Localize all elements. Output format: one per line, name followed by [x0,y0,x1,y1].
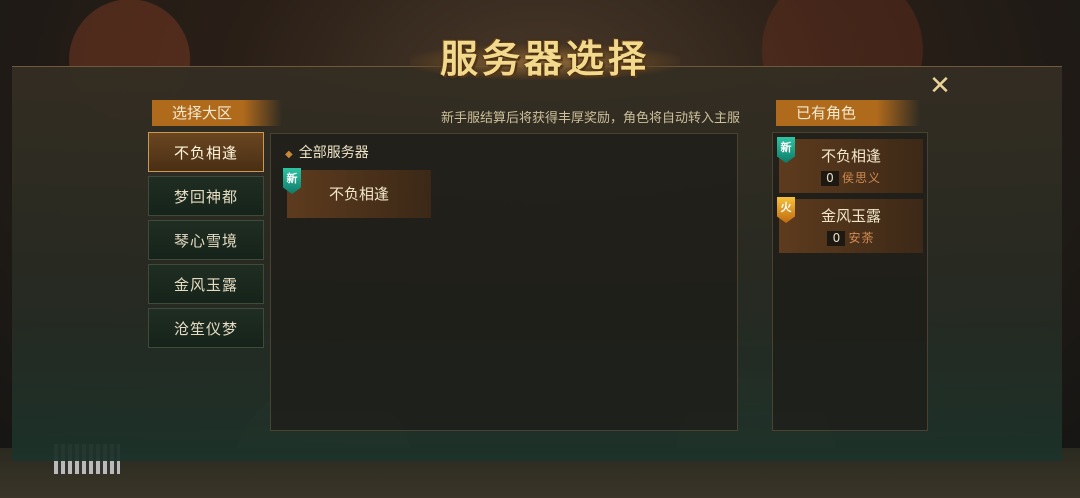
character-meta: 0 安荼 [779,229,923,246]
region-list: 不负相逢 梦回神都 琴心雪境 金风玉露 沧笙仪梦 [148,132,264,352]
character-name: 侯思义 [841,171,881,185]
server-list-header-label: 全部服务器 [298,145,369,161]
close-icon[interactable]: ✕ [928,73,952,99]
characters-section-label: 已有角色 [776,100,920,126]
character-server: 不负相逢 [820,147,881,165]
region-item-cangshengyimeng[interactable]: 沧笙仪梦 [148,308,264,348]
existing-characters-panel: 不负相逢 0 侯思义 新 金风玉露 0 安荼 火 [772,132,928,431]
server-name: 不负相逢 [328,185,389,203]
region-item-qinxinxuejing[interactable]: 琴心雪境 [148,220,264,260]
diamond-bullet-icon: ◆ [285,149,293,160]
character-card[interactable]: 金风玉露 0 安荼 [779,199,923,253]
character-name: 安荼 [848,231,875,245]
server-list-header: ◆ 全部服务器 [285,142,369,162]
notice-text: 新手服结算后将获得丰厚奖励，角色将自动转入主服 [440,111,740,126]
server-list-panel: ◆ 全部服务器 不负相逢 新 [270,133,738,431]
character-level: 0 [820,171,839,186]
region-item-bufuxiangfeng[interactable]: 不负相逢 [148,132,264,172]
server-item[interactable]: 不负相逢 [287,170,431,218]
region-section-label: 选择大区 [152,100,282,126]
character-card[interactable]: 不负相逢 0 侯思义 [779,139,923,193]
character-level: 0 [827,231,846,246]
page-title: 服务器选择 [439,35,650,81]
character-server: 金风玉露 [820,207,881,225]
region-item-jinfengyulu[interactable]: 金风玉露 [148,264,264,304]
character-meta: 0 侯思义 [779,169,923,186]
title-banner: 服务器选择 [410,22,680,88]
region-item-menghuishendu[interactable]: 梦回神都 [148,176,264,216]
